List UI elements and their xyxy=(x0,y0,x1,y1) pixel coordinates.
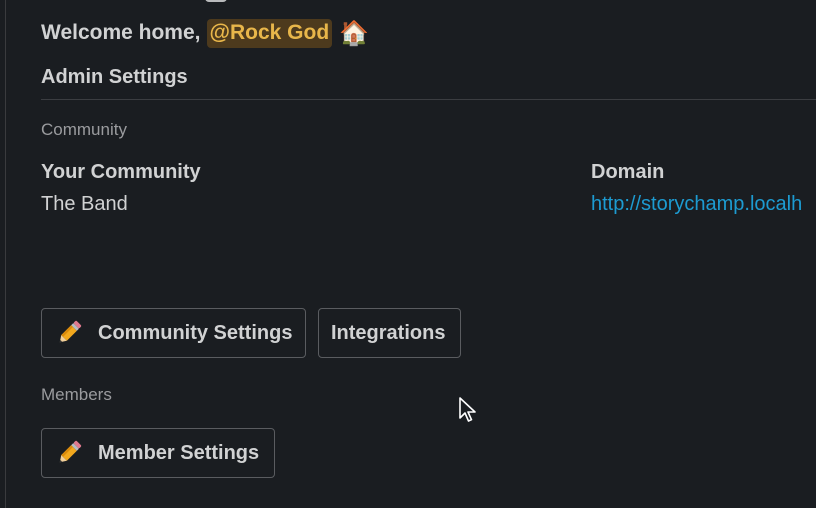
mouse-pointer-icon xyxy=(459,397,476,422)
section-divider xyxy=(41,99,816,100)
welcome-text: Welcome home, xyxy=(41,21,201,44)
domain-label: Domain xyxy=(591,161,665,183)
admin-settings-title: Admin Settings xyxy=(41,66,188,88)
clipped-heading-fragment xyxy=(205,0,227,2)
pencil-icon xyxy=(59,320,82,343)
your-community-label: Your Community xyxy=(41,161,201,183)
pencil-icon xyxy=(59,440,82,463)
domain-link[interactable]: http://storychamp.localh xyxy=(591,193,802,216)
left-border xyxy=(5,0,6,508)
user-mention[interactable]: @Rock God xyxy=(206,18,333,48)
members-section-label: Members xyxy=(41,385,112,404)
integrations-label: Integrations xyxy=(331,321,446,344)
community-settings-label: Community Settings xyxy=(98,321,293,344)
member-settings-label: Member Settings xyxy=(98,441,260,464)
house-icon: 🏠 xyxy=(339,19,370,47)
community-settings-button[interactable]: Community Settings xyxy=(41,308,306,358)
your-community-value: The Band xyxy=(41,193,128,215)
welcome-heading: Welcome home, @Rock God 🏠 xyxy=(41,16,369,50)
member-settings-button[interactable]: Member Settings xyxy=(41,428,275,478)
integrations-button[interactable]: Integrations xyxy=(318,308,461,358)
community-section-label: Community xyxy=(41,120,127,139)
app-window: Welcome home, @Rock God 🏠 Admin Settings… xyxy=(0,0,816,508)
